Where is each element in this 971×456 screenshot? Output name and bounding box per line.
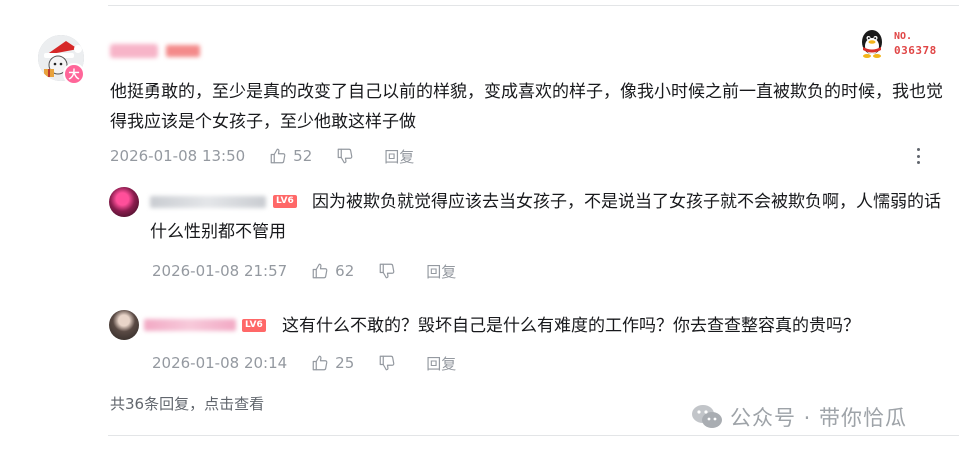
top-divider [108,5,959,6]
thumbs-down-icon [337,148,353,164]
user-medal-redacted [166,45,200,57]
reply-meta: 2026-01-08 20:14 25 回复 [152,352,480,374]
reply-text: 这有什么不敢的？毁坏自己是什么有难度的工作吗？你去查查整容真的贵吗？ [282,316,860,336]
like-button[interactable]: 52 [269,147,312,165]
watermark: 公众号 · 带你恰瓜 [690,402,907,432]
view-all-replies-link[interactable]: 共36条回复，点击查看 [110,393,264,414]
reply-username-redacted[interactable] [144,319,236,331]
reply-time: 2026-01-08 20:14 [152,354,288,372]
fan-badge: NO. 036378 [856,28,956,62]
thumbs-up-icon [312,355,328,371]
comment-meta: 2026-01-08 13:50 52 回复 [110,145,438,167]
fan-badge-number: 036378 [894,44,937,57]
fan-badge-label: NO. [894,31,913,42]
wechat-icon [692,405,722,428]
reply-level-badge: LV6 [242,319,266,332]
reply-text: 因为被欺负就觉得应该去当女孩子，不是说当了女孩子就不会被欺负啊，人懦弱的话什么性… [150,192,941,242]
comment-text: 他挺勇敢的，至少是真的改变了自己以前的样貌，变成喜欢的样子，像我小时候之前一直被… [110,82,943,132]
like-count: 52 [293,147,313,165]
dislike-button[interactable] [336,147,360,165]
reply-button[interactable]: 回复 [426,353,456,374]
penguin-icon [862,30,882,58]
thumbs-down-icon [379,355,395,371]
username-redacted[interactable] [110,44,158,58]
thumbs-up-icon [270,148,286,164]
like-button[interactable]: 25 [311,354,354,372]
reply-time: 2026-01-08 21:57 [152,262,288,280]
like-count: 25 [335,354,355,372]
reply-avatar[interactable] [109,187,139,217]
like-count: 62 [335,262,355,280]
thumbs-down-icon [379,263,395,279]
thumbs-up-icon [312,263,328,279]
reply-button[interactable]: 回复 [384,146,414,167]
bottom-divider [108,435,959,436]
level-badge-text: 大 [68,68,80,81]
reply-meta: 2026-01-08 21:57 62 回复 [152,260,480,282]
reply-avatar[interactable] [109,310,139,340]
like-button[interactable]: 62 [311,262,354,280]
level-badge: 大 [63,63,85,85]
comment-time: 2026-01-08 13:50 [110,147,246,165]
more-options-icon[interactable] [914,146,922,166]
watermark-text: 公众号 · 带你恰瓜 [730,406,908,430]
dislike-button[interactable] [378,262,402,280]
reply-button[interactable]: 回复 [426,261,456,282]
dislike-button[interactable] [378,354,402,372]
